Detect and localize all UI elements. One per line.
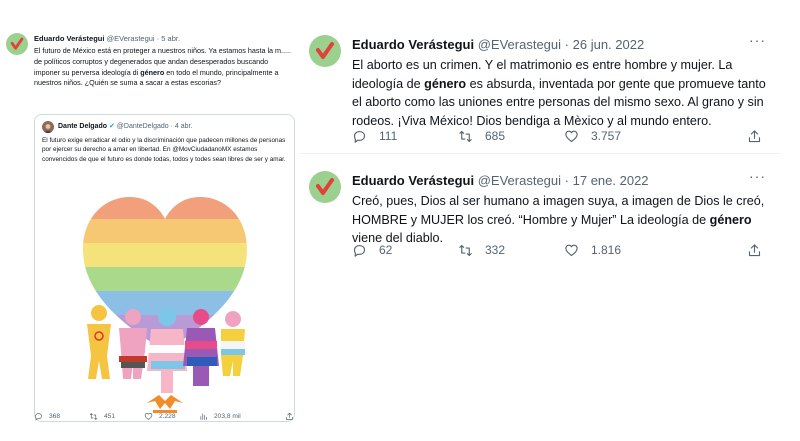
avatar[interactable] bbox=[6, 33, 28, 55]
check-mark-logo-icon bbox=[10, 37, 24, 50]
view-count: 203,8 mil bbox=[214, 412, 241, 420]
author-handle[interactable]: @EVerastegui bbox=[107, 34, 155, 43]
retweet-count: 685 bbox=[485, 129, 506, 143]
share-icon bbox=[748, 129, 761, 142]
separator: · bbox=[170, 123, 173, 130]
tweet-date[interactable]: 26 jun. 2022 bbox=[573, 37, 645, 52]
people-figures bbox=[87, 305, 245, 393]
tweet-text: El futuro de México está en proteger a n… bbox=[34, 46, 292, 88]
share-button[interactable] bbox=[747, 243, 762, 258]
check-mark-logo-icon bbox=[316, 178, 334, 195]
separator: · bbox=[156, 34, 160, 43]
author-name[interactable]: Eduardo Verástegui bbox=[352, 173, 474, 188]
like-button[interactable]: 1.816 bbox=[564, 243, 670, 258]
heart-icon bbox=[565, 244, 578, 256]
author-name[interactable]: Eduardo Verástegui bbox=[34, 34, 104, 43]
quoted-date: 4 abr. bbox=[174, 123, 193, 130]
retweet-button[interactable]: 332 bbox=[458, 243, 564, 258]
like-count: 1.816 bbox=[591, 243, 622, 257]
tweet-date[interactable]: 17 ene. 2022 bbox=[573, 173, 649, 188]
reply-count: 368 bbox=[49, 412, 61, 420]
author-handle[interactable]: @EVerastegui bbox=[478, 173, 561, 188]
avatar[interactable] bbox=[309, 171, 341, 203]
share-button[interactable] bbox=[747, 129, 762, 144]
reply-count: 111 bbox=[379, 129, 398, 143]
quoted-tweet[interactable]: Dante Delgado ✔ @DanteDelgado · 4 abr. E… bbox=[34, 114, 295, 422]
quoted-text: El futuro exige erradicar el odio y la d… bbox=[42, 137, 286, 163]
heart-icon bbox=[144, 412, 153, 420]
reply-icon bbox=[353, 130, 366, 143]
avatar[interactable] bbox=[309, 35, 341, 67]
share-button[interactable] bbox=[285, 410, 294, 422]
views-chart-icon bbox=[200, 413, 207, 420]
like-count: 2.228 bbox=[159, 412, 176, 420]
reply-icon bbox=[353, 244, 366, 257]
share-icon bbox=[748, 243, 761, 256]
views-button[interactable]: 203,8 mil bbox=[199, 410, 254, 422]
retweet-icon bbox=[89, 412, 98, 420]
check-mark-logo-icon bbox=[316, 42, 334, 59]
tweet-header: Eduardo Verástegui @EVerastegui · 5 abr. bbox=[34, 34, 180, 43]
separator: · bbox=[564, 173, 569, 188]
tweet-text: El aborto es un crimen. Y el matrimonio … bbox=[352, 58, 766, 128]
separator: · bbox=[564, 37, 569, 52]
retweet-count: 332 bbox=[485, 243, 506, 257]
author-name[interactable]: Eduardo Verástegui bbox=[352, 37, 474, 52]
reply-icon bbox=[35, 412, 42, 420]
more-options-icon[interactable]: ··· bbox=[749, 32, 766, 48]
tweet-text: Creó, pues, Dios al ser humano a imagen … bbox=[352, 194, 765, 245]
heart-icon bbox=[565, 130, 578, 142]
reply-button[interactable]: 111 bbox=[352, 129, 458, 144]
tweet-card[interactable]: Eduardo Verástegui @EVerastegui · 26 jun… bbox=[300, 24, 780, 154]
author-handle[interactable]: @EVerastegui bbox=[478, 37, 561, 52]
like-button[interactable]: 2.228 bbox=[144, 410, 199, 422]
left-tweet-card[interactable]: Eduardo Verástegui @EVerastegui · 5 abr.… bbox=[2, 24, 300, 438]
verified-badge-icon: ✔ bbox=[108, 123, 115, 130]
retweet-button[interactable]: 685 bbox=[458, 129, 564, 144]
tweet-header: Eduardo Verástegui @EVerastegui · 26 jun… bbox=[352, 37, 644, 52]
like-button[interactable]: 3.757 bbox=[564, 129, 670, 144]
like-count: 3.757 bbox=[591, 129, 622, 143]
tweet-actions: 368 451 2.228 203,8 mil bbox=[34, 410, 294, 422]
rainbow-heart-illustration bbox=[83, 197, 247, 413]
quoted-author-handle: @DanteDelgado bbox=[116, 123, 169, 130]
reply-button[interactable]: 368 bbox=[34, 410, 89, 422]
tweet-header: Eduardo Verástegui @EVerastegui · 17 ene… bbox=[352, 173, 649, 188]
reply-count: 62 bbox=[379, 243, 393, 257]
more-options-icon[interactable]: ··· bbox=[749, 168, 766, 184]
retweet-button[interactable]: 451 bbox=[89, 410, 144, 422]
quoted-author-name: Dante Delgado bbox=[58, 123, 108, 130]
tweet-actions: 62 332 1.816 bbox=[352, 242, 762, 258]
tweet-date[interactable]: 5 abr. bbox=[161, 34, 180, 43]
tweet-card[interactable]: Eduardo Verástegui @EVerastegui · 17 ene… bbox=[300, 160, 780, 270]
share-icon bbox=[286, 412, 293, 420]
quoted-header: Dante Delgado ✔ @DanteDelgado · 4 abr. bbox=[58, 122, 192, 130]
reply-button[interactable]: 62 bbox=[352, 243, 458, 258]
tweet-actions: 111 685 3.757 bbox=[352, 128, 762, 144]
retweet-icon bbox=[459, 130, 472, 142]
retweet-icon bbox=[459, 244, 472, 256]
retweet-count: 451 bbox=[104, 412, 116, 420]
avatar bbox=[42, 121, 54, 133]
